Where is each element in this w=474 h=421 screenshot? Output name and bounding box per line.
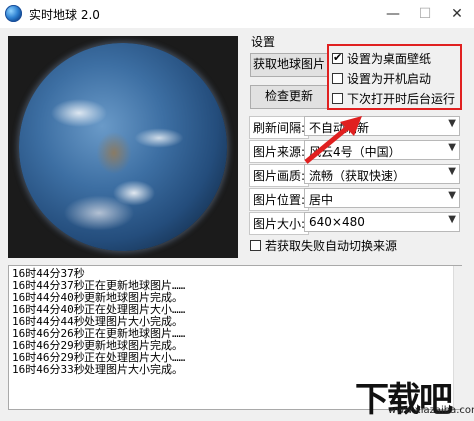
check-update-button[interactable]: 检查更新 bbox=[250, 85, 328, 109]
image-position-value: 居中 bbox=[309, 193, 334, 207]
image-position-select[interactable]: 居中 ▼ bbox=[304, 188, 460, 208]
log-scrollbar[interactable] bbox=[453, 266, 462, 409]
log-line: 16时46分33秒处理图片大小完成。 bbox=[12, 364, 183, 376]
log-message: 处理图片大小完成。 bbox=[84, 363, 183, 376]
chevron-down-icon: ▼ bbox=[448, 166, 456, 177]
settings-group-label: 设置 bbox=[251, 35, 276, 49]
image-size-value: 640×480 bbox=[309, 215, 365, 229]
chevron-down-icon: ▼ bbox=[448, 142, 456, 153]
checkbox-label: 若获取失败自动切换来源 bbox=[265, 239, 398, 253]
chevron-down-icon: ▼ bbox=[448, 214, 456, 225]
earth-image bbox=[19, 43, 227, 251]
chevron-down-icon: ▼ bbox=[448, 118, 456, 129]
highlight-box bbox=[327, 44, 462, 110]
chevron-down-icon: ▼ bbox=[448, 190, 456, 201]
watermark-url: www.xiazaiba.com bbox=[388, 405, 474, 416]
minimize-button[interactable]: — bbox=[377, 0, 409, 28]
log-time: 16时46分33秒 bbox=[12, 363, 85, 376]
close-button[interactable]: ✕ bbox=[441, 0, 473, 28]
maximize-button[interactable]: ☐ bbox=[409, 0, 441, 28]
arrow-shaft bbox=[304, 122, 354, 164]
window-title: 实时地球 2.0 bbox=[29, 8, 100, 22]
checkbox-box[interactable] bbox=[250, 240, 261, 251]
fetch-earth-image-button[interactable]: 获取地球图片 bbox=[250, 53, 328, 77]
image-size-label: 图片大小: bbox=[249, 212, 310, 235]
earth-icon bbox=[5, 5, 22, 22]
annotation-arrow bbox=[304, 116, 362, 164]
image-size-select[interactable]: 640×480 ▼ bbox=[304, 212, 460, 232]
image-position-label: 图片位置: bbox=[249, 188, 310, 211]
